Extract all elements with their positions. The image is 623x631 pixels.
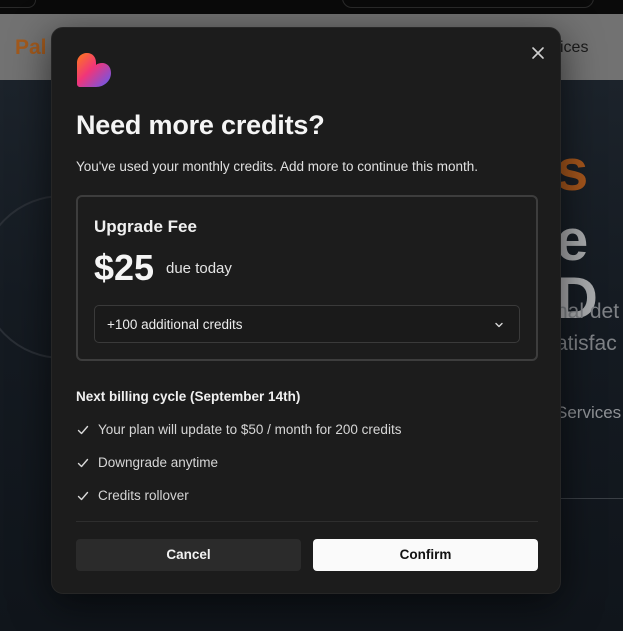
heart-logo-icon: [77, 53, 111, 87]
background-services-link: Services: [556, 403, 622, 422]
feature-text: Credits rollover: [98, 488, 189, 503]
check-icon: [77, 491, 89, 501]
close-button[interactable]: [527, 42, 549, 64]
credits-select-value: +100 additional credits: [107, 317, 243, 332]
close-icon: [532, 47, 544, 59]
modal-divider: [76, 521, 538, 522]
upgrade-fee-card: Upgrade Fee $25 due today +100 additiona…: [76, 195, 538, 361]
credits-modal: Need more credits? You've used your mont…: [51, 27, 561, 594]
background-hero-text-1: nal det: [556, 300, 620, 323]
confirm-button[interactable]: Confirm: [313, 539, 538, 571]
modal-subtitle: You've used your monthly credits. Add mo…: [76, 159, 479, 174]
feature-text: Your plan will update to $50 / month for…: [98, 422, 402, 437]
background-menu-button: [0, 0, 36, 8]
cancel-button[interactable]: Cancel: [76, 539, 301, 571]
background-search-bar: [342, 0, 594, 8]
upgrade-fee-label: Upgrade Fee: [94, 217, 197, 236]
check-icon: [77, 458, 89, 468]
modal-title: Need more credits?: [76, 110, 325, 140]
background-brand-logo: Pal: [15, 36, 47, 59]
chevron-down-icon: [495, 322, 503, 328]
background-nav-services: ices: [560, 39, 589, 56]
upgrade-fee-amount: $25: [94, 247, 155, 288]
due-today-text: due today: [166, 260, 232, 277]
billing-cycle-title: Next billing cycle (September 14th): [76, 389, 301, 404]
credits-select[interactable]: +100 additional credits: [94, 305, 520, 343]
check-icon: [77, 425, 89, 435]
background-hero-text-2: atisfac: [556, 332, 617, 355]
feature-text: Downgrade anytime: [98, 455, 219, 470]
background-divider: [555, 498, 623, 499]
